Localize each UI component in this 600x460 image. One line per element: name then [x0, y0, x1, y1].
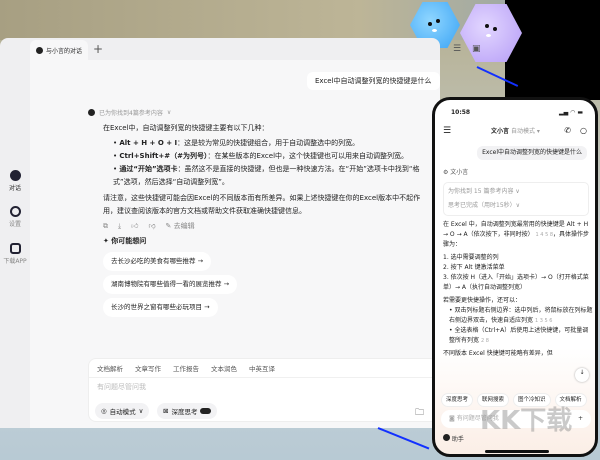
phone-download-icon	[9, 243, 21, 254]
tab-conversation[interactable]: 与小言的对话	[30, 40, 88, 60]
assistant-icon	[443, 434, 450, 441]
quick-tools: 文档解析 文章写作 工作报告 文本润色 中英互译	[89, 359, 437, 378]
bullet-key: Alt + H + O + I	[119, 139, 178, 147]
user-message: Excel中自动调整列宽的快捷键是什么	[307, 72, 440, 90]
toggle-switch[interactable]	[200, 408, 212, 414]
phone-refs: 为你找到 15 篇参考内容 ∨	[448, 188, 520, 195]
suggestion-chip[interactable]: 湖南博物院有哪些值得一看的展览推荐 →	[103, 275, 238, 294]
folder-icon[interactable]: 🗀	[415, 405, 424, 421]
list-icon[interactable]: ☰	[453, 44, 461, 54]
answer-actions: ⧉ ⤓ 👍︎ 👎︎ ✎ 去编辑	[103, 220, 433, 233]
pointer-arrow-icon	[377, 427, 430, 450]
assistant-button[interactable]: 助手	[443, 434, 464, 445]
search-icon[interactable]: ○	[580, 126, 587, 136]
sidebar-item-settings[interactable]: 设置	[0, 206, 30, 228]
phone-mode: 自动模式 ▾	[510, 128, 540, 135]
phone-header[interactable]: 文小言 自动模式 ▾	[491, 127, 540, 137]
sidebar: 对话 设置 下载APP	[0, 38, 30, 428]
step: 2. 按下 Alt 键激活菜单	[443, 264, 505, 271]
new-tab-button[interactable]: +	[93, 42, 103, 56]
references-toggle[interactable]: 已为你找到4篇参考内容 ∨	[88, 108, 171, 117]
suggestion-chip[interactable]: 去长沙必吃的美食有哪些推荐 →	[103, 252, 212, 271]
deep-think-icon: ⊠	[163, 407, 169, 415]
suggest-title: ✦ 你可能想问	[103, 237, 147, 245]
chat-input-box: 文档解析 文章写作 工作报告 文本润色 中英互译 有问题尽管问我 ◎ 自动模式 ∨ …	[88, 358, 438, 422]
status-time: 10:58	[451, 109, 471, 116]
home-indicator	[485, 450, 549, 453]
bot-avatar	[88, 109, 95, 116]
status-icons: ▂▄ ◠ ▬	[559, 109, 583, 116]
phone-thinking: 思考已完成（用时15秒）∨	[448, 202, 521, 209]
settings-icon	[9, 206, 21, 217]
edit-button[interactable]: ✎ 去编辑	[166, 220, 195, 233]
watermark: KK下载	[480, 406, 573, 436]
bullet-key: 通过“开始”选项卡	[119, 165, 178, 173]
step: 1. 选中需要调整的列	[443, 254, 499, 261]
phone-call-icon[interactable]: ✆	[564, 126, 571, 136]
edit-label: 去编辑	[173, 222, 195, 230]
citations[interactable]: 1 3 5 6	[535, 318, 553, 324]
chip-deep-think[interactable]: 深度思考	[441, 393, 474, 407]
copy-icon[interactable]: ⧉	[103, 220, 108, 233]
chevron-down-icon: ∨	[166, 109, 172, 116]
bullet-text: ：这是较为常见的快捷键组合，用于自动调整选中的列宽。	[177, 139, 360, 147]
background-dark	[505, 0, 600, 100]
references-label: 已为你找到4篇参考内容	[99, 110, 163, 117]
quick-tool-translate[interactable]: 中英互译	[249, 363, 275, 373]
phone-more: 若需要更快捷操作，还可以：	[443, 297, 522, 304]
bot-name: 文小言	[450, 169, 469, 176]
chevron-down-icon: ∨	[138, 407, 144, 415]
deep-think-toggle[interactable]: ⊠ 深度思考	[157, 403, 218, 419]
phone-search-status[interactable]: 为你找到 15 篇参考内容 ∨ 思考已完成（用时15秒）∨	[443, 182, 589, 216]
mode-select[interactable]: ◎ 自动模式 ∨	[95, 403, 150, 419]
quick-tool-polish[interactable]: 文本润色	[211, 363, 237, 373]
logo-icon	[36, 46, 43, 54]
suggestion-chip[interactable]: 长沙的世界之窗有哪些必玩项目 →	[103, 298, 218, 317]
answer-bullet: Ctrl+Shift+#（#为列号）：在某些版本的Excel中，这个快捷键也可以…	[113, 150, 433, 163]
answer-note: 请注意，这些快捷键可能会因Excel的不同版本而有所差异。如果上述快捷键在你的E…	[103, 194, 421, 215]
sidebar-label: 下载APP	[3, 258, 27, 265]
sidebar-label: 对话	[8, 185, 21, 192]
quick-tool-doc-parse[interactable]: 文档解析	[97, 363, 123, 373]
sidebar-item-chat[interactable]: 对话	[0, 170, 30, 192]
tip: 双击列标题右侧边界：选中列后，将鼠标放在列标题右侧边界双击，快速自适应列宽	[449, 307, 593, 324]
scroll-down-button[interactable]: ↓	[575, 368, 589, 382]
answer-bullet: Alt + H + O + I：这是较为常见的快捷键组合，用于自动调整选中的列宽…	[113, 137, 433, 150]
deep-think-label: 深度思考	[171, 408, 198, 416]
window-toolbar: ☰ ▣	[453, 44, 480, 54]
sidebar-item-download-app[interactable]: 下载APP	[0, 243, 30, 265]
quick-tool-writing[interactable]: 文章写作	[135, 363, 161, 373]
assistant-answer: 在Excel中，自动调整列宽的快捷键主要有以下几种： Alt + H + O +…	[103, 122, 433, 317]
camera-icon[interactable]: ◙	[449, 415, 455, 422]
phone-tail: 不同版本 Excel 快捷键可能略有差异，但	[443, 350, 553, 357]
chat-input[interactable]: 有问题尽管问我	[89, 378, 437, 396]
menu-icon[interactable]: ☰	[443, 126, 451, 136]
phone-user-message: Excel中自动调整列宽的快捷键是什么	[477, 146, 587, 160]
phone-bot-label: ⚙ 文小言	[443, 169, 469, 176]
chat-icon	[9, 170, 21, 181]
phone-answer: 在 Excel 中，自动调整列宽最常用的快捷键是 Alt + H → O → A…	[443, 221, 593, 357]
sidebar-label: 设置	[8, 221, 21, 228]
answer-intro: 在Excel中，自动调整列宽的快捷键主要有以下几种：	[103, 124, 269, 132]
citations[interactable]: 1 4 5 8	[536, 232, 554, 238]
thumbs-up-icon[interactable]: 👍︎	[131, 220, 138, 233]
add-icon[interactable]: +	[578, 414, 583, 424]
bullet-text: ：在某些版本的Excel中，这个快捷键也可以用来自动调整列宽。	[207, 152, 409, 160]
step: 3. 依次按 H（进入「开始」选项卡）→ O（打开格式菜单）→ A（执行自动调整…	[443, 274, 589, 291]
thumbs-down-icon[interactable]: 👎︎	[148, 220, 155, 233]
phone-title: 文小言	[491, 128, 510, 135]
citations[interactable]: 2 8	[481, 338, 489, 344]
mode-icon: ◎	[101, 407, 107, 415]
assistant-label: 助手	[451, 436, 464, 443]
panel-icon[interactable]: ▣	[472, 44, 481, 54]
tip: 全选表格（Ctrl+A）后使用上述快捷键，可批量调整所有列宽	[449, 327, 589, 344]
download-icon[interactable]: ⤓	[118, 220, 121, 233]
tab-title: 与小言的对话	[46, 47, 83, 55]
bullet-key: Ctrl+Shift+#（#为列号）	[119, 152, 208, 160]
mode-label: 自动模式	[109, 408, 136, 416]
quick-tool-report[interactable]: 工作报告	[173, 363, 199, 373]
answer-bullet: 通过“开始”选项卡：虽然这不是直接的快捷键，但也是一种快速方法。在“开始”选项卡…	[113, 163, 433, 189]
